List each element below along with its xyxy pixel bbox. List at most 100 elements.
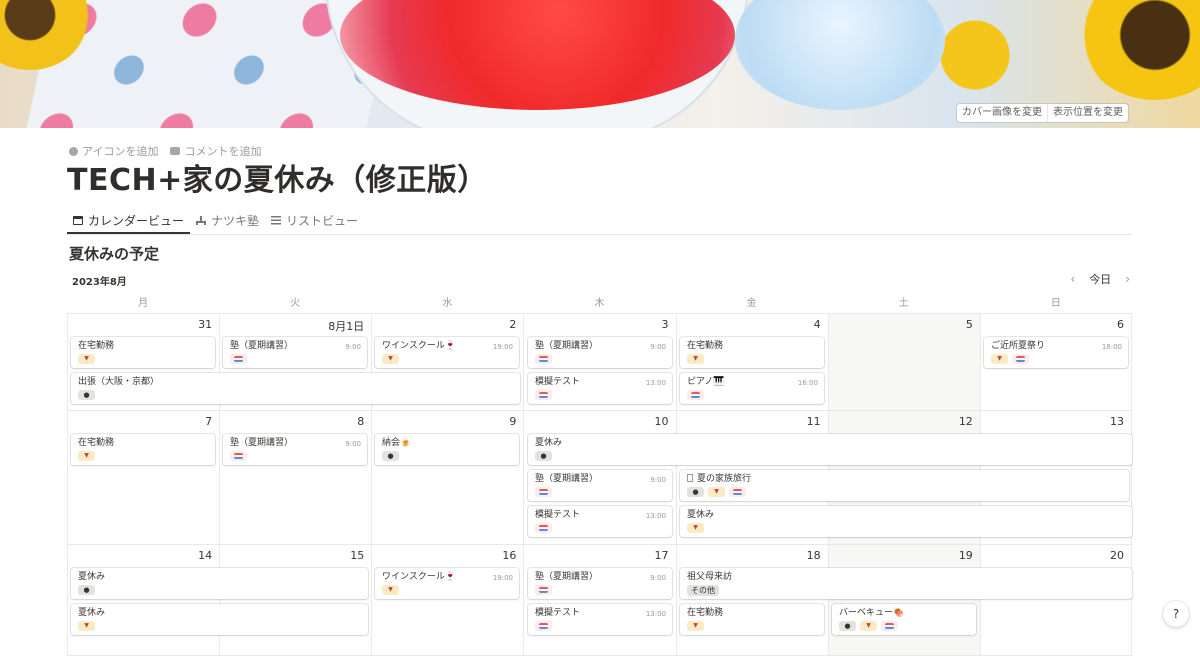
event-title: 夏の家族旅行 [697,474,752,484]
flag-icon [535,523,552,533]
cocktail-icon [860,621,877,631]
prev-month-button[interactable]: ‹ [1070,272,1075,286]
day-cell[interactable]: 8 [219,411,371,544]
help-button[interactable]: ? [1163,601,1189,627]
soccer-ball-icon [535,451,552,461]
soccer-ball-icon [78,390,95,400]
day-number: 16 [502,549,517,562]
event-title: 夏休み [78,572,106,582]
event-card[interactable]: 塾（夏期講習） 9:00 [223,434,367,465]
change-cover-button[interactable]: カバー画像を変更 [957,104,1047,122]
tab-label: ナツキ塾 [211,214,260,228]
day-cell[interactable]: 20 [979,545,1132,655]
today-button[interactable]: 今日 [1089,271,1111,287]
day-cell[interactable]: 9 [371,411,523,544]
event-card[interactable]: 夏休み [71,604,368,635]
event-card[interactable]: 夏休み [680,506,1132,537]
event-card[interactable]: 模擬テスト 13:00 [528,604,672,635]
cocktail-icon [382,354,399,364]
event-card[interactable]: 納会🍺 [375,434,519,465]
day-number: 7 [205,415,213,428]
event-card[interactable]: バーベキュー🍖 [832,604,976,635]
tab-list-view[interactable]: リストビュー [265,208,364,233]
day-cell[interactable]: 17 [523,545,675,655]
day-cell[interactable]: 5 [827,314,980,410]
day-cell[interactable]: 16 [371,545,523,655]
sunflower-right [1080,0,1200,100]
week-row: 31 8月1日 2 3 4 5 6 在宅勤務 塾（夏期講習） 9:00 ワインス… [67,314,1132,411]
event-time: 13:00 [645,610,666,618]
cocktail-icon [78,354,95,364]
day-cell[interactable]: 7 [67,411,219,544]
event-card[interactable]: 在宅勤務 [71,337,215,368]
next-month-button[interactable]: › [1125,272,1130,286]
event-card[interactable]: ピアノ🎹 16:00 [680,373,824,404]
event-card[interactable]: 夏の家族旅行 [680,470,1129,501]
day-cell[interactable]: 18 [675,545,828,655]
event-time: 9:00 [345,343,361,351]
day-number: 17 [654,549,669,562]
cocktail-icon [78,621,95,631]
day-number: 6 [1116,318,1124,331]
event-card[interactable]: ワインスクール🍷 19:00 [375,337,519,368]
flag-icon [535,354,552,364]
cocktail-icon [991,354,1008,364]
event-card[interactable]: 塾（夏期講習） 9:00 [528,568,672,599]
weekday-tue: 火 [290,298,301,309]
add-comment-label: コメントを追加 [184,145,262,158]
list-icon [271,216,282,225]
weekday-fri: 金 [746,298,757,309]
event-title: 在宅勤務 [687,608,724,618]
day-cell[interactable]: 15 [219,545,371,655]
event-title: 夏休み [78,608,106,618]
event-card[interactable]: ワインスクール🍷 19:00 [375,568,519,599]
tab-calendar-view[interactable]: カレンダービュー [67,208,191,234]
reposition-cover-button[interactable]: 表示位置を変更 [1047,104,1128,122]
event-card[interactable]: 在宅勤務 [680,604,824,635]
shaved-ice-blue [735,0,945,110]
event-card[interactable]: 塾（夏期講習） 9:00 [223,337,367,368]
day-cell[interactable]: 14 [67,545,219,655]
page-title[interactable]: TECH+家の夏休み（修正版） [67,160,488,202]
event-card[interactable]: 塾（夏期講習） 9:00 [528,470,672,501]
calendar-icon [73,215,83,225]
event-title: 在宅勤務 [687,341,724,351]
event-card[interactable]: ご近所夏祭り 18:00 [984,337,1128,368]
section-title[interactable]: 夏休みの予定 [69,243,159,264]
day-number: 13 [1109,415,1124,428]
weekday-sun: 日 [1050,298,1061,309]
cocktail-icon [708,487,725,497]
event-card[interactable]: 在宅勤務 [71,434,215,465]
event-time: 18:00 [1101,343,1122,351]
event-title: 塾（夏期講習） [230,341,294,351]
event-card[interactable]: 模擬テスト 13:00 [528,506,672,537]
event-card[interactable]: 夏休み [528,434,1132,465]
event-title: バーベキュー🍖 [839,608,905,618]
flag-icon [535,585,552,595]
day-number: 15 [350,549,365,562]
day-cell[interactable]: 19 [827,545,980,655]
event-time: 9:00 [345,440,361,448]
event-card[interactable]: 塾（夏期講習） 9:00 [528,337,672,368]
event-title: 夏休み [687,510,715,520]
day-number: 2 [509,318,517,331]
weekday-mon: 月 [138,298,149,309]
event-card[interactable]: 模擬テスト 13:00 [528,373,672,404]
event-card[interactable]: 出張（大阪・京都） [71,373,520,404]
event-time: 13:00 [645,379,666,387]
day-number: 5 [965,318,973,331]
event-card[interactable]: 夏休み [71,568,368,599]
event-card[interactable]: 在宅勤務 [680,337,824,368]
add-comment-button[interactable]: コメントを追加 [170,143,261,159]
cocktail-icon [687,523,704,533]
cocktail-icon [382,585,399,595]
event-card[interactable]: 祖父母来訪 その他 [680,568,1132,599]
flag-icon [729,487,746,497]
flag-icon [535,621,552,631]
tag-other: その他 [687,585,719,596]
flag-icon [1012,354,1029,364]
add-icon-button[interactable]: アイコンを追加 [69,143,158,159]
event-title: 納会🍺 [382,438,412,448]
event-title: 塾（夏期講習） [230,438,294,448]
tab-natsuki-juku[interactable]: ナツキ塾 [190,208,265,233]
